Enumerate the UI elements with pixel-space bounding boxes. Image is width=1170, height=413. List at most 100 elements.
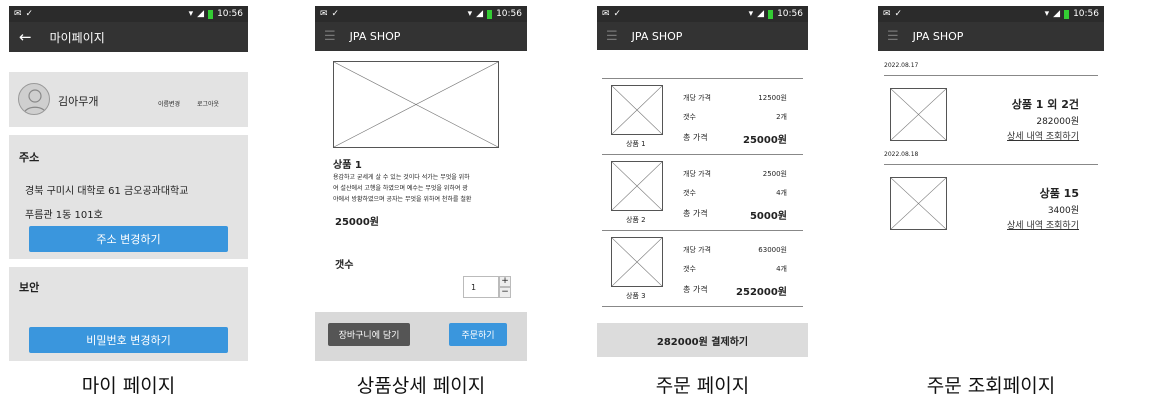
order-item-name: 상품 1 [626,140,646,148]
add-to-cart-button[interactable]: 장바구니에 담기 [328,323,410,346]
order-item-name: 상품 3 [626,292,646,300]
caption-detail: 상품상세 페이지 [356,375,486,397]
address-heading: 주소 [19,151,40,164]
menu-icon[interactable]: ☰ [887,29,899,44]
view-detail-link[interactable]: 상세 내역 조회하기 [1007,218,1079,231]
qty-label: 갯수 [683,189,696,197]
order-item-image [611,85,663,135]
history-item-name: 상품 1 외 2건 [1011,98,1079,111]
unit-price-label: 개당 가격 [683,246,711,254]
unit-price-value: 2500원 [762,170,787,178]
status-time: 10:56 [217,9,243,19]
decrement-button[interactable]: − [499,287,511,298]
change-address-button[interactable]: 주소 변경하기 [29,226,228,252]
change-name-link[interactable]: 이름변경 [158,99,180,108]
unit-price-label: 개당 가격 [683,170,711,178]
qty-label: 갯수 [683,265,696,273]
unit-price-label: 개당 가격 [683,94,711,102]
app-title: JPA SHOP [912,30,964,43]
product-price: 25000원 [335,217,379,228]
pay-button[interactable]: 282000원 결제하기 [597,323,808,357]
order-row: 상품 2 개당 가격 2500원 갯수 4개 총 가격 5000원 [602,154,803,230]
qty-value: 2개 [776,113,787,121]
order-screen: ✉ ✓ ▾ ◢ 10:56 ☰ JPA SHOP 상품 1 개당 가격 12500원 갯수 2… [597,6,808,361]
app-bar: ☰ JPA SHOP [597,22,808,50]
divider [884,164,1098,165]
page-title: 마이페이지 [49,30,105,45]
mail-icon: ✉ [883,9,891,19]
status-time: 10:56 [1073,9,1099,19]
divider [884,75,1098,76]
unit-price-value: 12500원 [758,94,787,102]
history-item-image [890,88,947,141]
quantity-label: 갯수 [335,260,354,271]
description-line: 용감하고 굳세게 살 수 있는 것이다 석가는 무엇을 위하 [333,174,470,181]
qty-value: 4개 [776,265,787,273]
security-card: 보안 비밀번호 변경하기 [9,267,248,361]
increment-button[interactable]: + [499,276,511,287]
history-item-price: 282000원 [1036,117,1079,127]
change-password-button[interactable]: 비밀번호 변경하기 [29,327,228,353]
view-detail-link[interactable]: 상세 내역 조회하기 [1007,129,1079,142]
quantity-stepper[interactable]: 1 + − [463,276,511,298]
logout-link[interactable]: 로그아웃 [197,99,219,108]
check-icon: ✓ [25,9,34,19]
caption-order: 주문 페이지 [655,375,750,397]
address-card: 주소 경북 구미시 대학로 61 금오공과대학교 푸름관 1동 101호 주소 … [9,135,248,259]
caption-mypage: 마이 페이지 [81,375,176,397]
wifi-icon: ▾ [188,9,194,19]
status-time: 10:56 [496,9,522,19]
app-bar: ☰ JPA SHOP [315,22,527,51]
signal-icon: ◢ [197,9,205,19]
wifi-icon: ▾ [748,9,754,19]
app-bar: ← 마이페이지 [9,22,248,52]
mail-icon: ✉ [320,9,328,19]
status-bar: ✉ ✓ ▾ ◢ 10:56 [878,6,1104,22]
history-item-image [890,177,947,230]
qty-label: 갯수 [683,113,696,121]
total-value: 252000원 [736,287,787,298]
profile-card: 김아무개 이름변경 로그아웃 [9,72,248,127]
history-item-name: 상품 15 [1039,187,1079,200]
product-image [333,61,499,148]
signal-icon: ◢ [757,9,765,19]
bottom-action-bar: 장바구니에 담기 주문하기 [315,312,527,361]
person-icon [23,89,47,114]
status-bar: ✉ ✓ ▾ ◢ 10:56 [315,6,527,22]
battery-icon [487,9,493,19]
menu-icon[interactable]: ☰ [606,29,618,44]
total-label: 총 가격 [683,209,708,218]
unit-price-value: 63000원 [758,246,787,254]
quantity-input[interactable]: 1 [463,276,499,298]
order-date: 2022.08.18 [884,151,919,158]
total-label: 총 가격 [683,285,708,294]
check-icon: ✓ [613,9,622,19]
back-arrow-icon[interactable]: ← [19,28,32,46]
total-label: 총 가격 [683,133,708,142]
status-bar: ✉ ✓ ▾ ◢ 10:56 [9,6,248,22]
wifi-icon: ▾ [467,9,473,19]
address-line1: 경북 구미시 대학로 61 금오공과대학교 [25,186,189,197]
product-name: 상품 1 [333,160,362,171]
order-button[interactable]: 주문하기 [449,323,507,346]
user-name: 김아무개 [58,95,99,108]
status-time: 10:56 [777,9,803,19]
check-icon: ✓ [331,9,340,19]
menu-icon[interactable]: ☰ [324,29,336,44]
security-heading: 보안 [19,281,40,294]
product-detail-screen: ✉ ✓ ▾ ◢ 10:56 ☰ JPA SHOP 상품 1 용감하고 굳세게 살 수 … [315,6,527,361]
description-line: 야에서 방황하였으며 공자는 무엇을 위하여 천하를 철환 [333,196,472,203]
history-entry: 2022.08.17 상품 1 외 2건 282000원 상세 내역 조회하기 [878,62,1104,147]
history-entry: 2022.08.18 상품 15 3400원상세 내역 조회하기 [878,151,1104,236]
history-item-price: 3400원 [1047,206,1079,216]
list-divider [602,306,803,307]
order-item-image [611,237,663,287]
order-row: 상품 3 개당 가격 63000원갯수 4개총 가격 252000원 [602,230,803,306]
check-icon: ✓ [894,9,903,19]
app-title: JPA SHOP [631,29,683,43]
battery-icon [208,9,214,19]
app-bar: ☰ JPA SHOP [878,22,1104,51]
caption-history: 주문 조회페이지 [926,375,1056,397]
battery-icon [1064,9,1070,19]
total-value: 25000원 [743,135,787,146]
